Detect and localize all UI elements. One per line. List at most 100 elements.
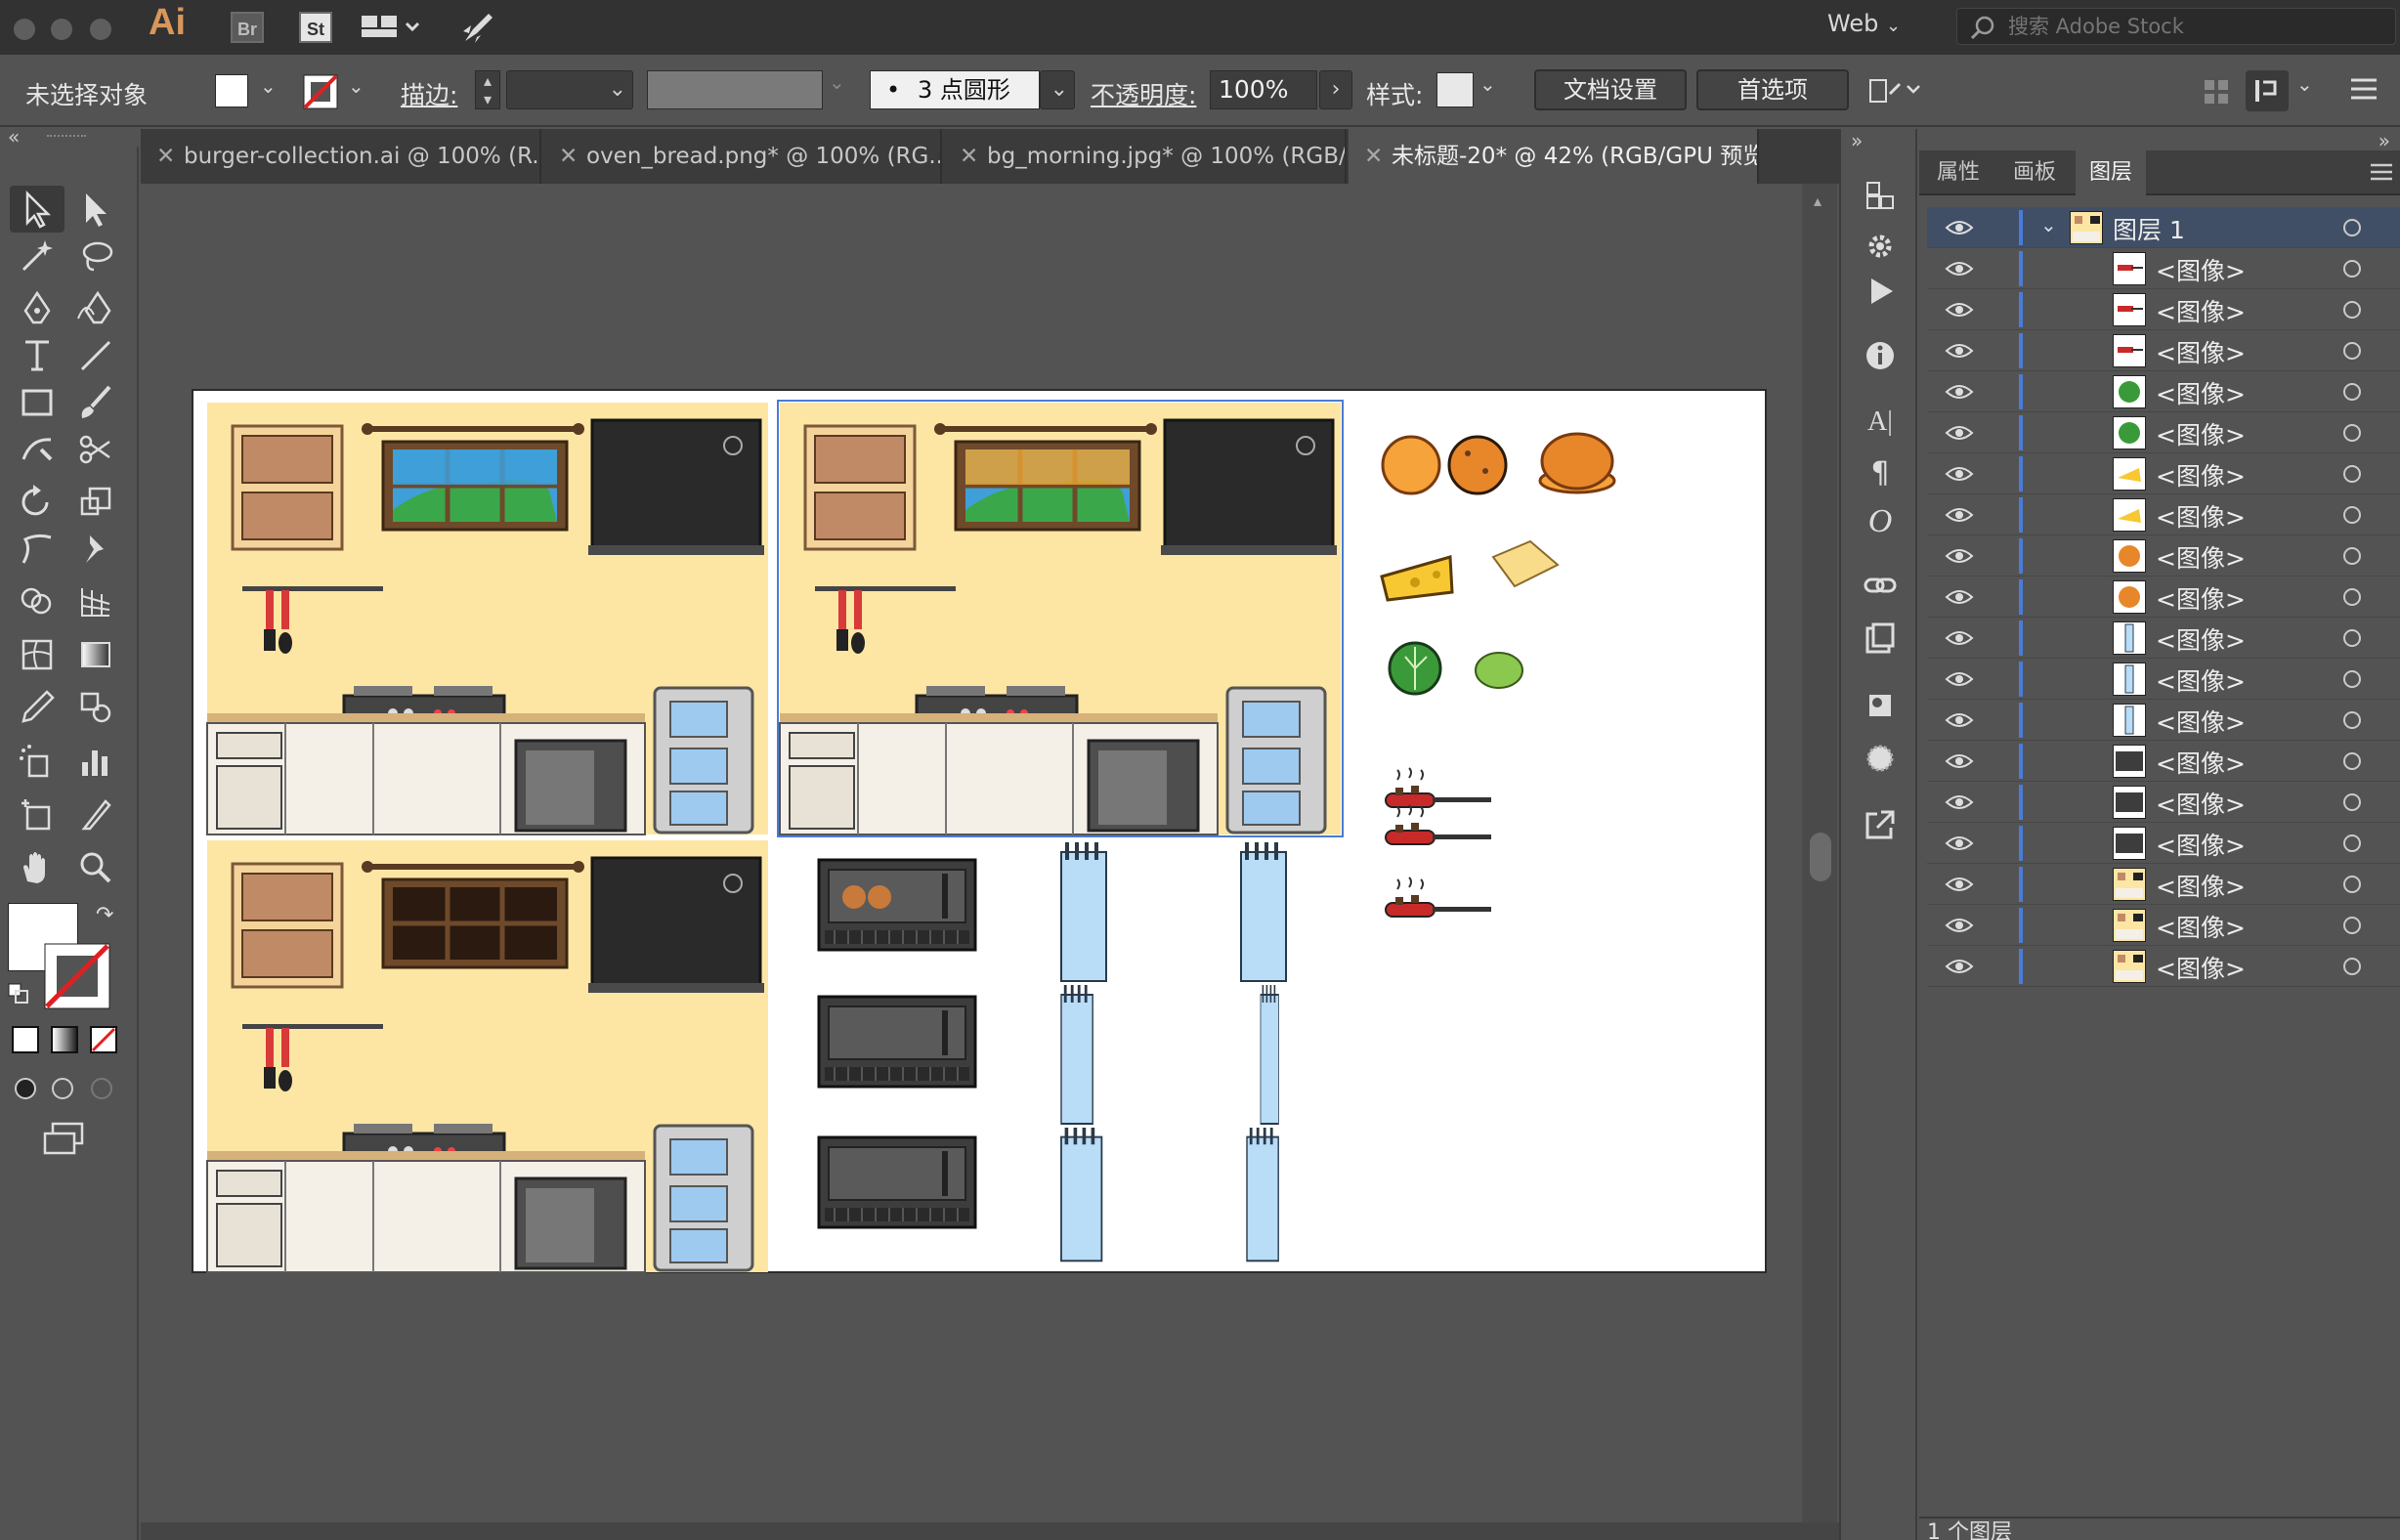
arrange-documents-button[interactable] [362, 12, 422, 45]
libraries-icon[interactable] [1859, 684, 1902, 727]
grid-view-icon[interactable] [2203, 78, 2230, 106]
target-circle-icon[interactable] [2343, 465, 2361, 483]
brush-dropdown-button[interactable]: ⌄ [1040, 70, 1075, 109]
hand-tool[interactable] [10, 844, 64, 891]
visibility-toggle[interactable] [1945, 340, 1974, 365]
default-fill-stroke-icon[interactable] [8, 983, 29, 1005]
layer-row-image[interactable]: <图像> [1927, 659, 2400, 700]
target-circle-icon[interactable] [2343, 219, 2361, 236]
asset-export-icon[interactable] [1859, 618, 1902, 661]
info-icon[interactable] [1859, 334, 1902, 377]
swap-fill-stroke-icon[interactable]: ↷ [96, 903, 113, 927]
appearance-icon[interactable] [1859, 737, 1902, 780]
selection-tool[interactable] [10, 186, 64, 233]
eyedropper-tool[interactable] [10, 684, 64, 731]
stock-search-box[interactable] [1956, 8, 2396, 45]
target-circle-icon[interactable] [2343, 876, 2361, 893]
play-actions-icon[interactable] [1859, 270, 1902, 313]
stock-search-input[interactable] [2008, 9, 2379, 44]
stock-button[interactable]: St [299, 12, 332, 43]
opacity-input[interactable]: 100% [1210, 70, 1317, 109]
target-circle-icon[interactable] [2343, 958, 2361, 975]
tab-artboards[interactable]: 画板 [1999, 150, 2070, 195]
visibility-toggle[interactable] [1945, 750, 1974, 776]
brush-definition-dropdown[interactable]: • 3 点圆形 [870, 70, 1040, 109]
target-circle-icon[interactable] [2343, 917, 2361, 934]
stroke-label[interactable]: 描边: [401, 76, 457, 111]
visibility-toggle[interactable] [1945, 381, 1974, 406]
visibility-toggle[interactable] [1945, 709, 1974, 735]
tab-untitled-20[interactable]: ✕ 未标题-20* @ 42% (RGB/GPU 预览) [1349, 129, 1759, 184]
artboard[interactable] [192, 389, 1767, 1273]
layer-row-image[interactable]: <图像> [1927, 741, 2400, 782]
direct-selection-tool[interactable] [68, 186, 123, 233]
gear-icon[interactable] [1859, 225, 1902, 268]
layer-row-image[interactable]: <图像> [1927, 412, 2400, 453]
paintbrush-tool[interactable] [68, 379, 123, 426]
tab-bg-morning[interactable]: ✕ bg_morning.jpg* @ 100% (RGB/... [944, 129, 1347, 184]
layer-row-image[interactable]: <图像> [1927, 577, 2400, 618]
puppet-warp-tool[interactable] [68, 526, 123, 573]
target-circle-icon[interactable] [2343, 834, 2361, 852]
scissors-tool[interactable] [68, 426, 123, 473]
window-close-button[interactable] [14, 19, 35, 40]
line-segment-tool[interactable] [68, 332, 123, 379]
opacity-slider-button[interactable]: › [1319, 70, 1352, 109]
window-minimize-button[interactable] [51, 19, 72, 40]
target-circle-icon[interactable] [2343, 383, 2361, 401]
panel-menu-icon[interactable] [2371, 162, 2392, 182]
lasso-tool[interactable] [68, 233, 123, 279]
links-icon[interactable] [1859, 565, 1902, 608]
visibility-toggle[interactable] [1945, 422, 1974, 448]
pen-tool[interactable] [10, 285, 64, 332]
target-circle-icon[interactable] [2343, 260, 2361, 278]
opacity-label[interactable]: 不透明度: [1091, 76, 1196, 111]
target-circle-icon[interactable] [2343, 670, 2361, 688]
curvature-tool[interactable] [68, 285, 123, 332]
tab-oven-bread[interactable]: ✕ oven_bread.png* @ 100% (RG... [543, 129, 942, 184]
color-mode-button[interactable] [12, 1026, 39, 1053]
warp-tool[interactable] [10, 526, 64, 573]
tab-burger-collection[interactable]: ✕ burger-collection.ai @ 100% (R... [141, 129, 541, 184]
target-circle-icon[interactable] [2343, 752, 2361, 770]
chevron-down-icon[interactable]: ⌄ [2040, 213, 2057, 236]
character-panel-icon[interactable]: A| [1859, 401, 1902, 444]
opentype-icon[interactable]: O [1859, 500, 1902, 543]
control-bar-menu-icon[interactable] [2349, 76, 2379, 102]
visibility-toggle[interactable] [1945, 545, 1974, 571]
visibility-toggle[interactable] [1945, 217, 1974, 242]
close-tab-icon[interactable]: ✕ [156, 129, 184, 184]
symbol-sprayer-tool[interactable] [10, 739, 64, 786]
visibility-toggle[interactable] [1945, 586, 1974, 612]
visibility-toggle[interactable] [1945, 791, 1974, 817]
gradient-tool[interactable] [68, 631, 123, 678]
layer-row-image[interactable]: <图像> [1927, 700, 2400, 741]
collapse-arrows-icon[interactable]: » [2379, 129, 2390, 152]
layer-row-image[interactable]: <图像> [1927, 535, 2400, 577]
close-tab-icon[interactable]: ✕ [1364, 129, 1392, 184]
slice-tool[interactable] [68, 791, 123, 838]
target-circle-icon[interactable] [2343, 342, 2361, 360]
vertical-scrollbar[interactable]: ▴ [1802, 184, 1837, 1524]
target-circle-icon[interactable] [2343, 711, 2361, 729]
target-circle-icon[interactable] [2343, 424, 2361, 442]
gradient-mode-button[interactable] [51, 1026, 78, 1053]
visibility-toggle[interactable] [1945, 668, 1974, 694]
layer-row-image[interactable]: <图像> [1927, 782, 2400, 823]
layer-row-image[interactable]: <图像> [1927, 905, 2400, 946]
preferences-button[interactable]: 首选项 [1696, 69, 1849, 110]
mesh-tool[interactable] [10, 631, 64, 678]
collapse-arrows-icon[interactable]: » [1851, 129, 1863, 152]
column-graph-tool[interactable] [68, 739, 123, 786]
scroll-thumb[interactable] [1810, 833, 1831, 881]
layer-row-image[interactable]: <图像> [1927, 289, 2400, 330]
layer-row-image[interactable]: <图像> [1927, 330, 2400, 371]
artboards-panel-icon[interactable] [1859, 174, 1902, 217]
artboard-tool[interactable] [10, 791, 64, 838]
none-mode-button[interactable] [90, 1026, 117, 1053]
visibility-toggle[interactable] [1945, 299, 1974, 324]
target-circle-icon[interactable] [2343, 547, 2361, 565]
gpu-performance-button[interactable] [459, 8, 498, 47]
shaper-tool[interactable] [10, 426, 64, 473]
workspace-switcher[interactable]: Web ⌄ [1827, 10, 1901, 37]
